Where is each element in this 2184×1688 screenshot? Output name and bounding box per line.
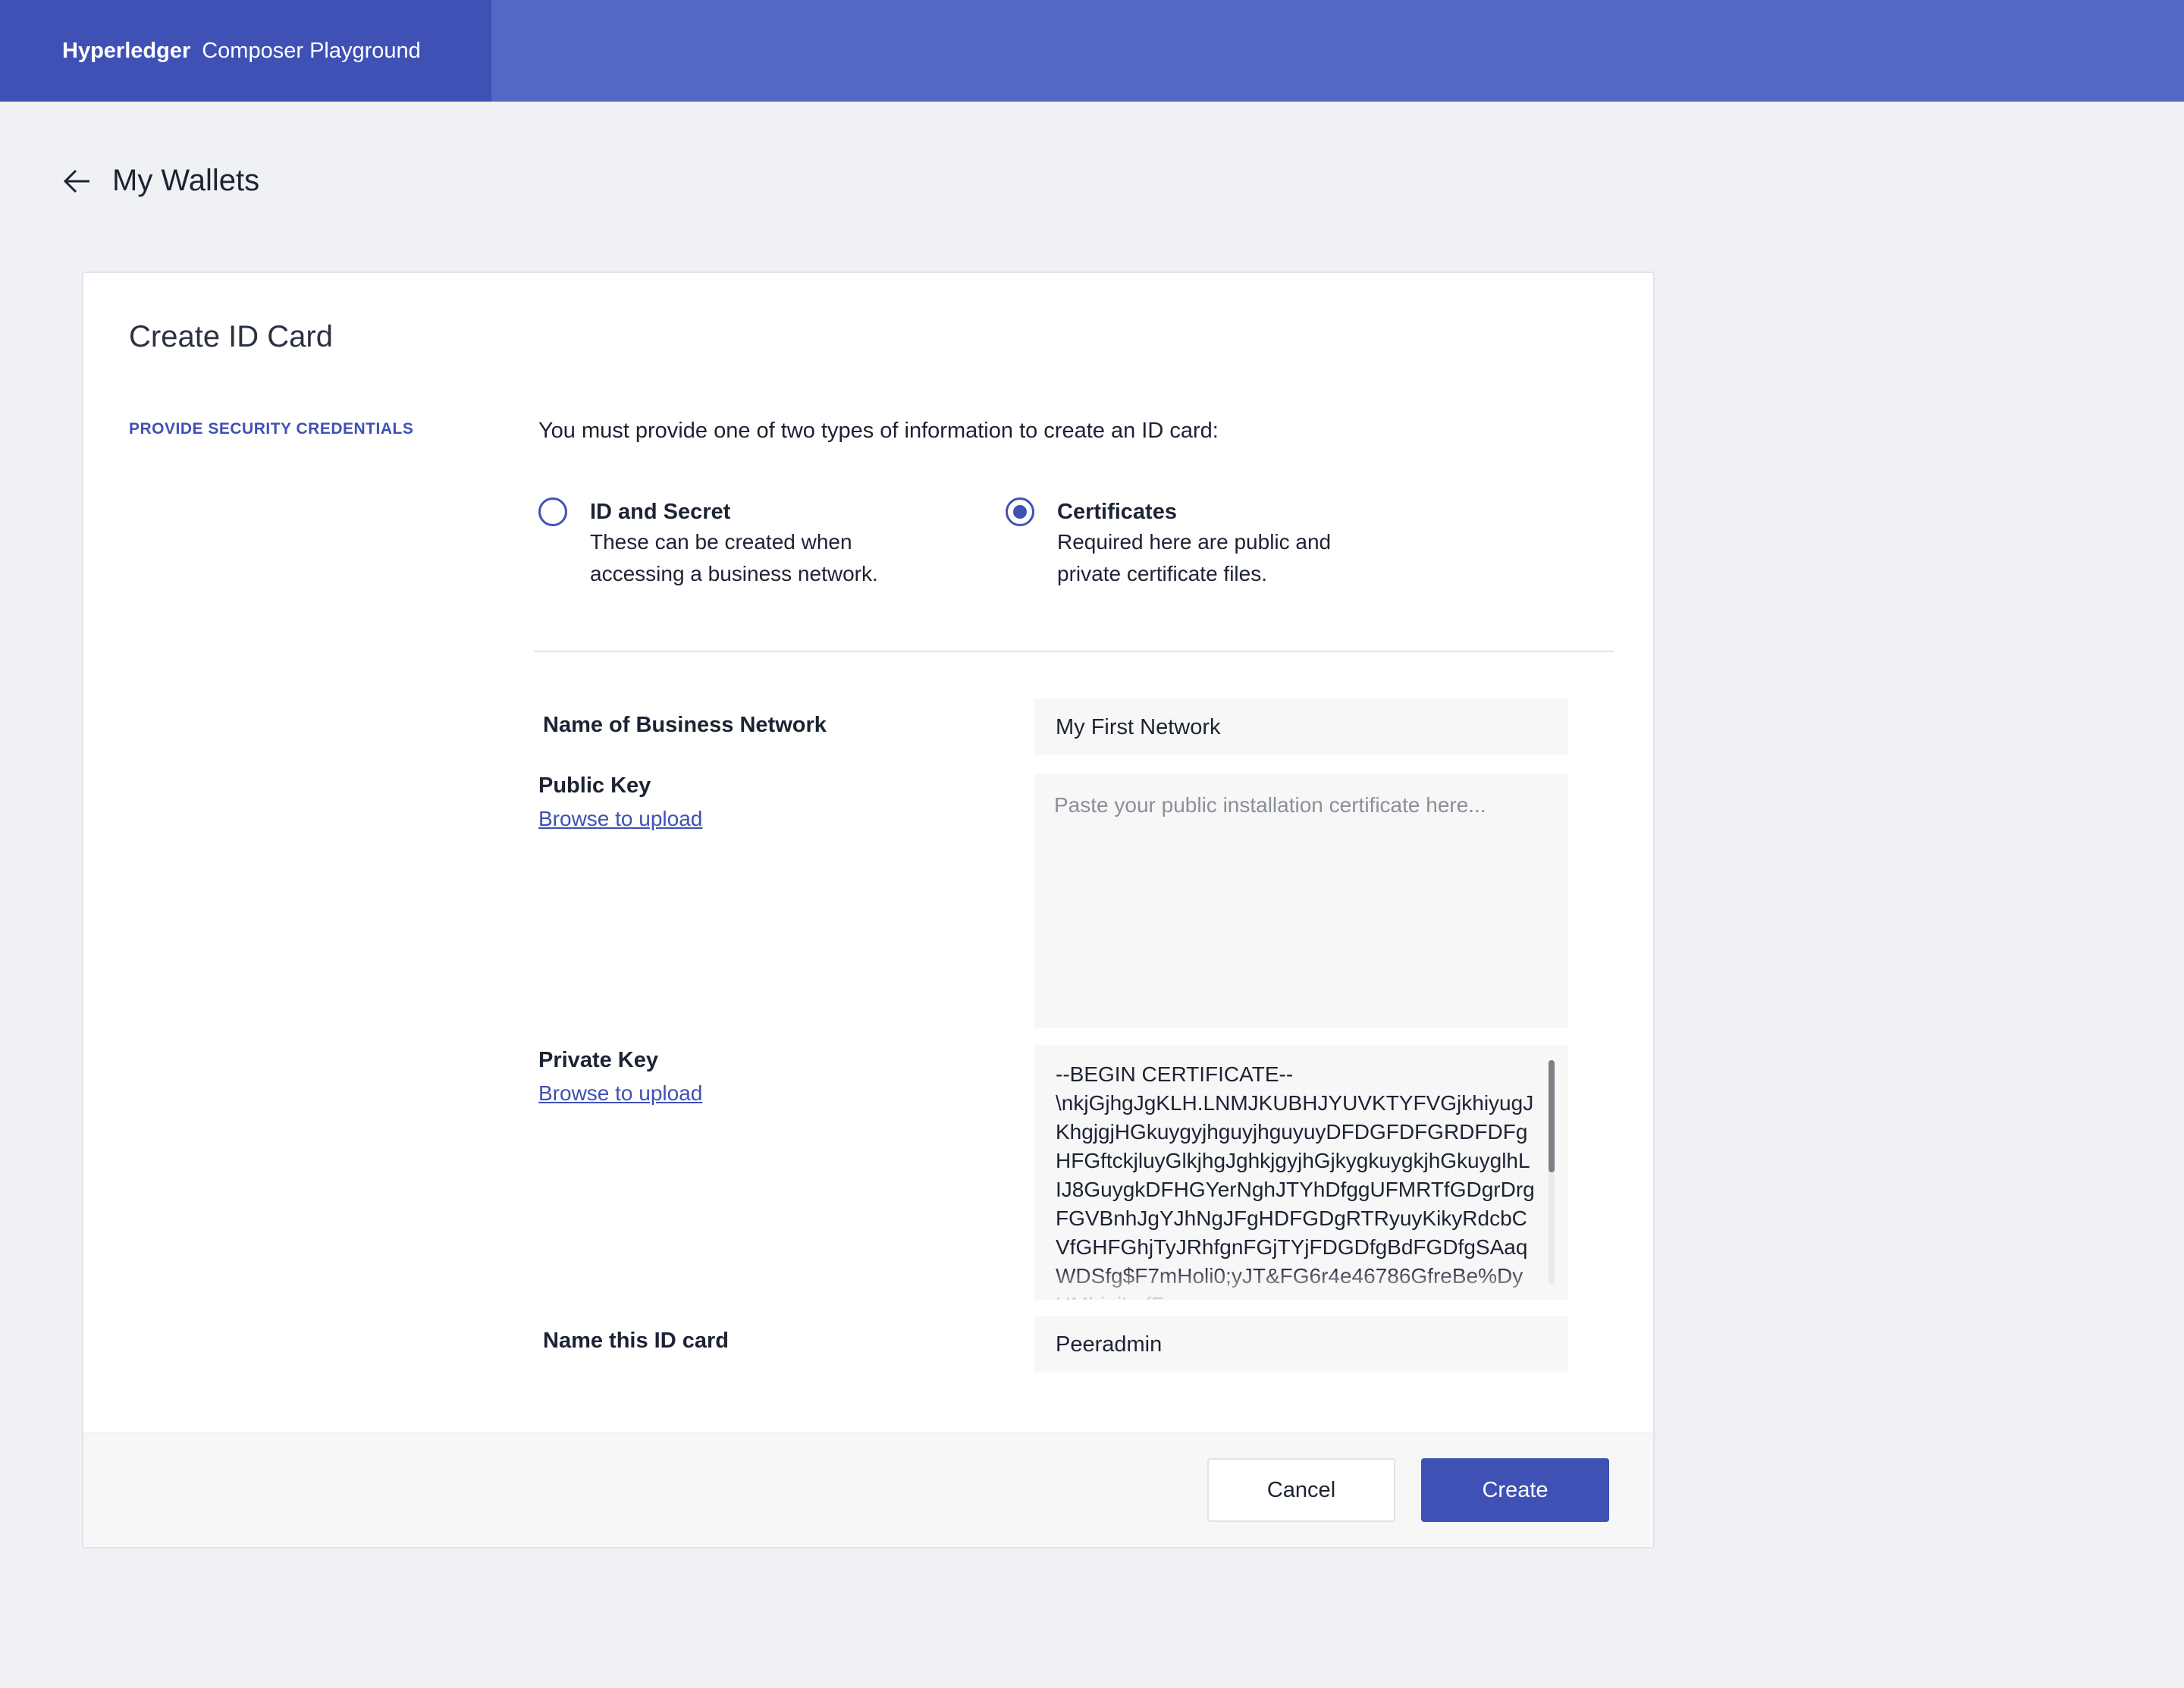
public-key-label: Public Key (538, 773, 651, 798)
page-title: My Wallets (112, 164, 260, 197)
card-title: Create ID Card (129, 320, 333, 353)
option-id-and-secret[interactable]: ID and Secret These can be created when … (538, 497, 908, 590)
divider (534, 651, 1614, 652)
public-key-browse-link[interactable]: Browse to upload (538, 807, 702, 831)
option-title: Certificates (1057, 500, 1177, 524)
brand-logo[interactable]: Hyperledger Composer Playground (0, 0, 491, 102)
card-footer: Cancel Create (83, 1432, 1653, 1547)
section-label: PROVIDE SECURITY CREDENTIALS (129, 420, 414, 438)
public-key-textarea[interactable] (1034, 773, 1568, 1028)
brand-product: Composer Playground (202, 38, 421, 63)
card-name-field[interactable] (1034, 1316, 1568, 1373)
private-key-content: --BEGIN CERTIFICATE-- \nkjGjhgJgKLH.LNMJ… (1056, 1062, 1535, 1300)
option-description: These can be created when accessing a bu… (590, 530, 878, 585)
option-title: ID and Secret (590, 500, 731, 524)
back-to-wallets[interactable]: My Wallets (61, 164, 259, 198)
network-name-label: Name of Business Network (543, 713, 827, 737)
arrow-left-icon[interactable] (61, 165, 94, 198)
scrollbar-thumb[interactable] (1549, 1060, 1555, 1172)
network-name-field[interactable] (1034, 699, 1568, 755)
option-description: Required here are public and private cer… (1057, 530, 1332, 585)
private-key-textarea[interactable]: --BEGIN CERTIFICATE-- \nkjGjhgJgKLH.LNMJ… (1034, 1045, 1568, 1300)
radio-id-and-secret[interactable] (538, 497, 567, 526)
top-bar: Hyperledger Composer Playground (0, 0, 2184, 102)
instructions-text: You must provide one of two types of inf… (538, 419, 1219, 443)
brand-name: Hyperledger (62, 38, 191, 63)
private-key-label: Private Key (538, 1048, 658, 1072)
create-id-card-panel: Create ID Card PROVIDE SECURITY CREDENTI… (82, 271, 1655, 1548)
radio-certificates[interactable] (1006, 497, 1034, 526)
option-certificates[interactable]: Certificates Required here are public an… (1006, 497, 1360, 590)
cancel-button[interactable]: Cancel (1207, 1458, 1395, 1522)
private-key-browse-link[interactable]: Browse to upload (538, 1081, 702, 1106)
card-name-label: Name this ID card (543, 1329, 729, 1353)
create-button[interactable]: Create (1421, 1458, 1609, 1522)
